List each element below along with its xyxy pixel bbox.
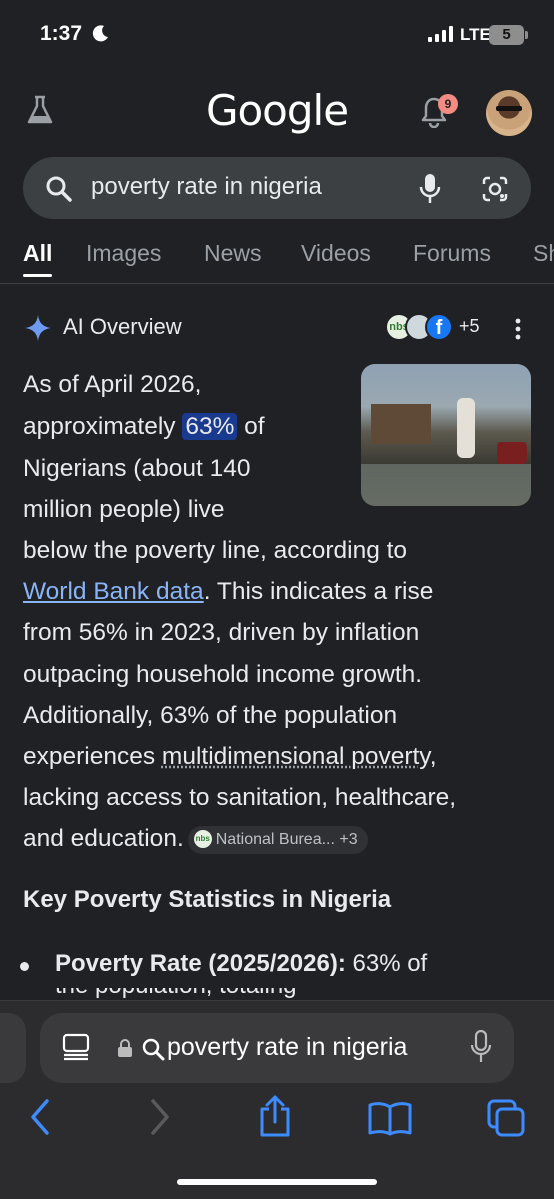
previous-tab-stub[interactable] — [0, 1013, 26, 1083]
share-icon[interactable] — [258, 1094, 292, 1138]
highlight-63: 63% — [182, 413, 238, 440]
poverty-thumbnail-image[interactable] — [361, 364, 531, 506]
facebook-logo-icon: f — [425, 313, 453, 341]
search-icon — [46, 176, 72, 202]
overview-line-10: experiences multidimensional poverty, — [23, 743, 437, 770]
citation-chip[interactable]: nbs National Burea... +3 — [187, 825, 368, 854]
signal-icon — [428, 26, 453, 42]
citation-label: National Burea... — [215, 830, 335, 848]
overview-line-3: Nigerians (about 140 — [23, 455, 251, 482]
overview-line-7: from 56% in 2023, driven by inflation — [23, 619, 420, 646]
tab-images[interactable]: Images — [86, 240, 161, 267]
overview-line-8: outpacing household income growth. — [23, 661, 423, 688]
multidimensional-poverty-term[interactable]: multidimensional poverty — [162, 743, 430, 770]
google-lens-icon[interactable] — [481, 175, 509, 203]
overview-line-11: lacking access to sanitation, healthcare… — [23, 784, 457, 811]
overview-line-1: As of April 2026, — [23, 371, 202, 398]
search-bar[interactable]: poverty rate in nigeria — [23, 157, 531, 219]
forward-icon[interactable] — [148, 1098, 172, 1136]
section-heading: Key Poverty Statistics in Nigeria — [23, 886, 392, 913]
overview-line-12: and education. nbs National Burea... +3 — [23, 818, 368, 859]
voice-search-icon[interactable] — [419, 173, 441, 205]
network-label: LTE — [460, 25, 491, 44]
address-mic-icon[interactable] — [470, 1030, 492, 1064]
back-icon[interactable] — [28, 1098, 52, 1136]
battery-cap — [525, 31, 528, 39]
tab-shopping[interactable]: Sh — [533, 240, 554, 267]
search-input[interactable]: poverty rate in nigeria — [91, 173, 322, 201]
bullet-item: Poverty Rate (2025/2026): 63% of — [55, 950, 428, 977]
tab-active-indicator — [23, 274, 52, 277]
more-options-icon[interactable] — [514, 318, 522, 340]
overview-line-2: approximately 63% of — [23, 413, 265, 440]
world-bank-link[interactable]: World Bank data — [23, 578, 204, 605]
overview-line-4: million people) live — [23, 496, 225, 523]
status-time: 1:37 — [40, 22, 83, 45]
overview-line-5: below the poverty line, according to — [23, 537, 408, 564]
nbs-mini-logo-icon: nbs — [193, 830, 212, 849]
home-indicator — [177, 1179, 377, 1185]
overview-line-6: World Bank data. This indicates a rise — [23, 578, 434, 605]
tab-news[interactable]: News — [204, 240, 262, 267]
tabs-icon[interactable] — [486, 1098, 526, 1138]
lock-icon — [118, 1039, 132, 1057]
source-chips[interactable]: nbs f — [385, 313, 457, 341]
address-search-icon — [142, 1038, 165, 1061]
tab-forums[interactable]: Forums — [413, 240, 491, 267]
status-bar: 1:37 LTE 5 — [0, 0, 554, 70]
tab-videos[interactable]: Videos — [301, 240, 371, 267]
battery-level: 5 — [502, 26, 511, 43]
bullet-dot — [20, 962, 29, 971]
tab-all[interactable]: All — [23, 240, 52, 267]
ai-sparkle-icon — [25, 315, 51, 341]
battery-icon: 5 — [489, 25, 524, 45]
notification-badge: 9 — [438, 94, 458, 114]
bookmarks-icon[interactable] — [368, 1100, 412, 1136]
google-logo: Google — [205, 86, 349, 135]
citation-count: +3 — [339, 830, 358, 848]
bullet-bold: Poverty Rate (2025/2026): — [55, 950, 346, 977]
search-tabs: All Images News Videos Forums Sh — [0, 234, 554, 284]
avatar[interactable] — [486, 90, 532, 136]
overview-line-9: Additionally, 63% of the population — [23, 702, 398, 729]
bullet-next-line: the population, totaling — [55, 988, 297, 1000]
ai-overview-title: AI Overview — [63, 314, 182, 339]
address-field[interactable]: poverty rate in nigeria — [167, 1033, 407, 1062]
more-sources-count[interactable]: +5 — [459, 316, 480, 337]
reader-mode-icon[interactable] — [62, 1033, 90, 1061]
moon-icon — [92, 25, 108, 42]
